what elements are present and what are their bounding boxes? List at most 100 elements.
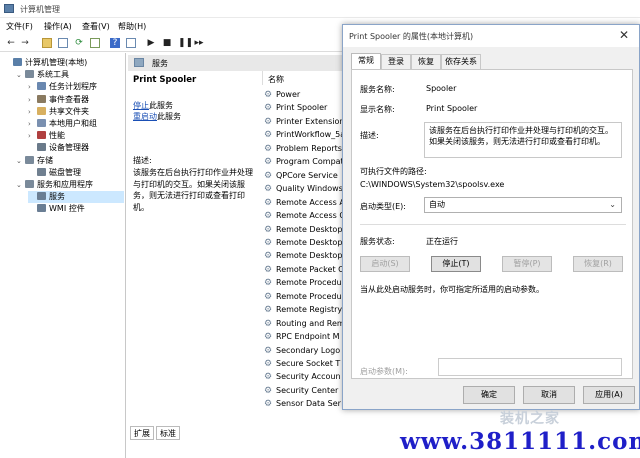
service-row[interactable]: ⚙ Remote Desktop <box>264 223 344 236</box>
expand-icon[interactable]: ⌄ <box>16 155 25 167</box>
service-name: Secondary Logo <box>276 345 341 355</box>
divider <box>360 224 626 225</box>
service-name: Security Center <box>276 385 339 395</box>
service-row[interactable]: ⚙ PrintWorkflow_5a <box>264 128 344 141</box>
start-params-input[interactable] <box>438 358 622 376</box>
service-row[interactable]: ⚙ Power <box>264 88 344 101</box>
menu-file[interactable]: 文件(F) <box>6 21 33 32</box>
forward-icon[interactable]: → <box>20 38 30 48</box>
tab-recovery[interactable]: 恢复 <box>411 54 441 69</box>
service-row[interactable]: ⚙ Quality Windows <box>264 182 344 195</box>
chevron-right-icon[interactable]: › <box>28 130 37 142</box>
tree-item[interactable]: › 共享文件夹 <box>28 106 124 118</box>
export-icon[interactable] <box>90 38 100 48</box>
service-row[interactable]: ⚙ Remote Procedu <box>264 276 344 289</box>
service-row[interactable]: ⚙ Remote Procedu <box>264 290 344 303</box>
services-icon <box>134 58 144 67</box>
dialog-desc-label: 描述: <box>360 131 379 140</box>
watermark-url: www.3811111.com <box>400 428 640 455</box>
tree-item[interactable]: ⌄ 系统工具 <box>16 69 124 81</box>
tab-extended[interactable]: 扩展 <box>130 426 154 440</box>
restart-icon[interactable]: ▸▸ <box>194 38 204 48</box>
stop-service-link[interactable]: 停止此服务 <box>133 100 173 111</box>
properties-icon[interactable] <box>126 38 136 48</box>
tree-item[interactable]: › 性能 <box>28 130 124 142</box>
pause-icon[interactable]: ❚❚ <box>178 38 193 48</box>
expand-icon[interactable]: ⌄ <box>16 179 25 191</box>
refresh-icon[interactable]: ⟳ <box>74 38 84 48</box>
menu-help[interactable]: 帮助(H) <box>118 21 146 32</box>
tree-item[interactable]: 设备管理器 <box>28 142 124 154</box>
service-status-value: 正在运行 <box>426 237 458 246</box>
service-row[interactable]: ⚙ RPC Endpoint M <box>264 330 344 343</box>
service-row[interactable]: ⚙ Secondary Logo <box>264 344 344 357</box>
service-row[interactable]: ⚙ Remote Access C <box>264 209 344 222</box>
node-icon <box>37 82 46 91</box>
tree-item[interactable]: 磁盘管理 <box>28 167 124 179</box>
cancel-button[interactable]: 取消 <box>523 386 575 404</box>
dialog-desc-box[interactable]: 该服务在后台执行打印作业并处理与打印机的交互。如果关闭该服务，则无法进行打印或查… <box>424 122 622 158</box>
tree-item[interactable]: WMI 控件 <box>28 203 124 215</box>
chevron-right-icon[interactable]: › <box>28 94 37 106</box>
extended-description: Print Spooler 停止此服务 重启动此服务 描述: 该服务在后台执行打… <box>128 71 262 441</box>
close-icon[interactable]: ✕ <box>619 28 629 42</box>
chevron-right-icon[interactable]: › <box>28 118 37 130</box>
tab-standard[interactable]: 标准 <box>156 426 180 440</box>
menu-action[interactable]: 操作(A) <box>44 21 72 32</box>
tree-item[interactable]: › 任务计划程序 <box>28 81 124 93</box>
console-tree-icon[interactable] <box>58 38 68 48</box>
start-button[interactable]: 启动(S) <box>360 256 410 272</box>
resume-button[interactable]: 恢复(R) <box>573 256 623 272</box>
tab-dependencies[interactable]: 依存关系 <box>441 54 481 69</box>
help-icon[interactable]: ? <box>110 38 120 48</box>
dialog-title: Print Spooler 的属性(本地计算机) <box>349 32 474 41</box>
tree-item-label: 存储 <box>37 155 53 165</box>
service-name: Remote Procedu <box>276 278 342 288</box>
tree-item[interactable]: ⌄ 服务和应用程序 <box>16 179 124 191</box>
service-row[interactable]: ⚙ Security Center <box>264 384 344 397</box>
node-icon <box>37 94 46 103</box>
service-row[interactable]: ⚙ Problem Reports <box>264 142 344 155</box>
chevron-right-icon[interactable]: › <box>28 106 37 118</box>
service-row[interactable]: ⚙ Remote Desktop <box>264 249 344 262</box>
apply-button[interactable]: 应用(A) <box>583 386 635 404</box>
expand-icon[interactable]: ⌄ <box>16 69 25 81</box>
service-row[interactable]: ⚙ QPCore Service <box>264 169 344 182</box>
play-icon[interactable]: ▶ <box>146 38 156 48</box>
ok-button[interactable]: 确定 <box>463 386 515 404</box>
tab-general[interactable]: 常规 <box>351 53 381 69</box>
service-row[interactable]: ⚙ Secure Socket T <box>264 357 344 370</box>
tree-item[interactable]: › 事件查看器 <box>28 94 124 106</box>
tree-item[interactable]: ⌄ 存储 <box>16 155 124 167</box>
service-row[interactable]: ⚙ Remote Registry <box>264 303 344 316</box>
tree-item[interactable]: 计算机管理(本地) <box>4 57 124 69</box>
restart-service-link[interactable]: 重启动此服务 <box>133 111 181 122</box>
folder-icon[interactable] <box>42 38 52 48</box>
service-row[interactable]: ⚙ Printer Extension <box>264 115 344 128</box>
service-row[interactable]: ⚙ Remote Packet C <box>264 263 344 276</box>
menu-view[interactable]: 查看(V) <box>82 21 110 32</box>
tab-logon[interactable]: 登录 <box>381 54 411 69</box>
service-name: Remote Registry <box>276 305 343 315</box>
service-row[interactable]: ⚙ Remote Access A <box>264 196 344 209</box>
service-row[interactable]: ⚙ Security Accoun <box>264 370 344 383</box>
column-header-name[interactable]: 名称 <box>268 74 284 85</box>
back-icon[interactable]: ← <box>6 38 16 48</box>
service-row[interactable]: ⚙ Sensor Data Ser <box>264 397 344 410</box>
selected-service-name: Print Spooler <box>133 75 197 85</box>
tree-item-label: 设备管理器 <box>49 143 89 153</box>
gear-icon: ⚙ <box>264 90 273 100</box>
service-row[interactable]: ⚙ Routing and Rem <box>264 317 344 330</box>
stop-button[interactable]: 停止(T) <box>431 256 481 272</box>
service-name: Program Compat <box>276 157 344 167</box>
tree-item[interactable]: › 本地用户和组 <box>28 118 124 130</box>
pause-button[interactable]: 暂停(P) <box>502 256 552 272</box>
app-icon <box>4 4 14 13</box>
service-row[interactable]: ⚙ Print Spooler <box>264 101 344 114</box>
stop-icon[interactable]: ■ <box>162 38 172 48</box>
tree-item[interactable]: 服务 <box>28 191 124 204</box>
startup-type-select[interactable]: 自动 ⌄ <box>424 197 622 213</box>
chevron-right-icon[interactable]: › <box>28 81 37 93</box>
service-row[interactable]: ⚙ Program Compat <box>264 155 344 168</box>
service-row[interactable]: ⚙ Remote Desktop <box>264 236 344 249</box>
